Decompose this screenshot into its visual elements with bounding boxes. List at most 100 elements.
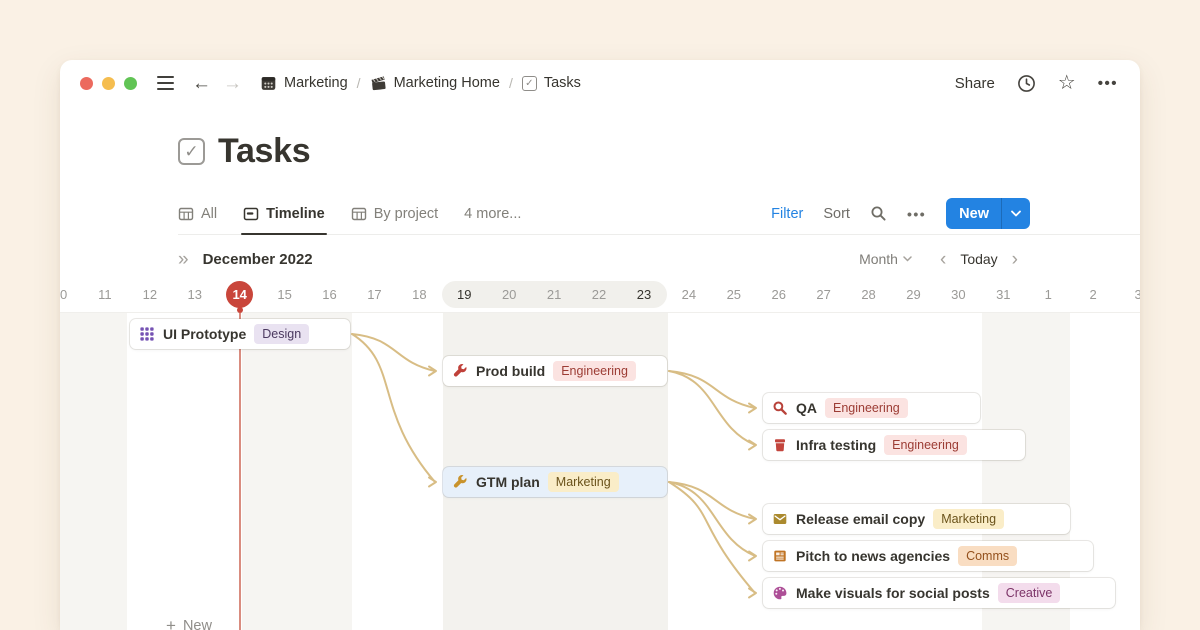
tab-by-project[interactable]: By project: [351, 193, 438, 234]
date-cell[interactable]: 1: [1032, 281, 1064, 308]
scale-select[interactable]: Month: [859, 251, 912, 267]
sort-button[interactable]: Sort: [823, 206, 850, 222]
dependency-curve: [669, 482, 755, 556]
task-release-email-copy[interactable]: Release email copyMarketing: [763, 504, 1070, 534]
breadcrumb-item-tasks[interactable]: ✓ Tasks: [522, 75, 581, 91]
task-make-visuals-for-social-posts[interactable]: Make visuals for social postsCreative: [763, 578, 1115, 608]
date-cell[interactable]: 24: [673, 281, 705, 308]
task-tag-badge: Marketing: [933, 509, 1004, 529]
timeline-body: + New UI PrototypeDesign Prod build Engine…: [60, 313, 1140, 630]
dependency-curve: [669, 371, 755, 408]
date-cell[interactable]: 27: [808, 281, 840, 308]
minimize-window-button[interactable]: [102, 77, 115, 90]
more-views-button[interactable]: 4 more...: [464, 206, 521, 222]
dependency-arrowhead: [749, 552, 756, 561]
forward-arrow-icon[interactable]: →: [223, 74, 242, 93]
sidebar-toggle-icon[interactable]: [157, 76, 174, 90]
date-cell[interactable]: 31: [987, 281, 1019, 308]
task-name: GTM plan: [476, 474, 540, 490]
date-cell[interactable]: 15: [269, 281, 301, 308]
search-icon[interactable]: [870, 205, 887, 222]
clapperboard-icon: [370, 75, 387, 92]
box-icon: [772, 437, 788, 453]
today-marker-dot: [237, 307, 243, 313]
breadcrumb-item-marketing[interactable]: Marketing: [260, 75, 348, 92]
breadcrumb-item-marketing-home[interactable]: Marketing Home: [370, 75, 500, 92]
date-cell[interactable]: 30: [942, 281, 974, 308]
date-cell[interactable]: 10: [60, 281, 76, 308]
date-cell[interactable]: 11: [89, 281, 121, 308]
task-ui-prototype[interactable]: UI PrototypeDesign: [130, 319, 350, 349]
dependency-arrowhead: [429, 478, 436, 487]
new-button[interactable]: New: [946, 198, 1030, 229]
close-window-button[interactable]: [80, 77, 93, 90]
tab-label: All: [201, 206, 217, 222]
page-header: ✓ Tasks: [178, 132, 1140, 171]
dependency-arrowhead: [749, 515, 756, 524]
dependency-curve: [352, 334, 435, 482]
date-cell[interactable]: 17: [358, 281, 390, 308]
notion-window: ← → Marketing / Marketing Home / ✓ Tasks…: [60, 60, 1140, 630]
task-tag-badge: Engineering: [825, 398, 908, 418]
date-cell[interactable]: 16: [314, 281, 346, 308]
date-cell[interactable]: 21: [538, 281, 570, 308]
task-tag-badge: Marketing: [548, 472, 619, 492]
share-button[interactable]: Share: [955, 75, 995, 92]
task-infra-testing[interactable]: Infra testingEngineering: [763, 430, 1025, 460]
date-cell[interactable]: 18: [403, 281, 435, 308]
task-gtm-plan[interactable]: GTM plan Marketing: [443, 467, 667, 497]
task-name: Make visuals for social posts: [796, 585, 990, 601]
today-button[interactable]: Today: [960, 251, 997, 267]
tab-all[interactable]: All: [178, 193, 217, 234]
task-name: QA: [796, 400, 817, 416]
dependency-curve: [669, 371, 755, 445]
date-cell[interactable]: 29: [897, 281, 929, 308]
breadcrumb: Marketing / Marketing Home / ✓ Tasks: [260, 75, 581, 92]
double-chevron-icon[interactable]: »: [178, 250, 189, 269]
plus-icon: +: [166, 617, 176, 630]
filter-button[interactable]: Filter: [771, 206, 803, 222]
today-line: [239, 313, 241, 630]
more-options-icon[interactable]: •••: [1098, 75, 1118, 92]
dependency-curve: [352, 334, 435, 371]
view-bar: All Timeline By project 4 more... Filter…: [178, 193, 1140, 235]
star-icon[interactable]: ☆: [1058, 73, 1076, 93]
view-more-options-icon[interactable]: •••: [907, 206, 926, 222]
breadcrumb-label: Tasks: [544, 75, 581, 91]
tab-label: Timeline: [266, 206, 325, 222]
prev-arrow-icon[interactable]: ‹: [936, 250, 950, 269]
date-cell-today[interactable]: 14: [226, 281, 253, 308]
date-cell[interactable]: 12: [134, 281, 166, 308]
new-task-row[interactable]: + New: [166, 617, 212, 630]
task-name: Prod build: [476, 363, 545, 379]
task-prod-build[interactable]: Prod build Engineering: [443, 356, 667, 386]
checkbox-icon: ✓: [522, 76, 537, 91]
date-cell[interactable]: 26: [763, 281, 795, 308]
next-arrow-icon[interactable]: ›: [1008, 250, 1022, 269]
task-tag-badge: Engineering: [553, 361, 636, 381]
date-cell[interactable]: 2: [1077, 281, 1109, 308]
clock-icon[interactable]: [1017, 74, 1036, 93]
date-cell[interactable]: 25: [718, 281, 750, 308]
date-cell[interactable]: 20: [493, 281, 525, 308]
chevron-down-icon[interactable]: [1002, 210, 1030, 217]
shaded-column: [60, 313, 127, 630]
magnifier-icon: [772, 400, 788, 416]
date-cell[interactable]: 13: [179, 281, 211, 308]
back-arrow-icon[interactable]: ←: [192, 74, 211, 93]
wrench-icon: [452, 363, 468, 379]
tab-timeline[interactable]: Timeline: [243, 193, 325, 234]
date-cell[interactable]: 22: [583, 281, 615, 308]
task-qa[interactable]: QA Engineering: [763, 393, 980, 423]
dependency-arrowhead: [749, 441, 756, 450]
date-cell[interactable]: 28: [853, 281, 885, 308]
date-cell[interactable]: 23: [628, 281, 660, 308]
zoom-window-button[interactable]: [124, 77, 137, 90]
date-cell[interactable]: 3: [1122, 281, 1140, 308]
page-checkbox-icon[interactable]: ✓: [178, 138, 205, 165]
topbar-actions: Share ☆ •••: [955, 73, 1118, 93]
task-tag-badge: Comms: [958, 546, 1017, 566]
date-cell[interactable]: 19: [448, 281, 480, 308]
task-pitch-to-news-agencies[interactable]: Pitch to news agenciesComms: [763, 541, 1093, 571]
month-label[interactable]: December 2022: [203, 251, 313, 268]
